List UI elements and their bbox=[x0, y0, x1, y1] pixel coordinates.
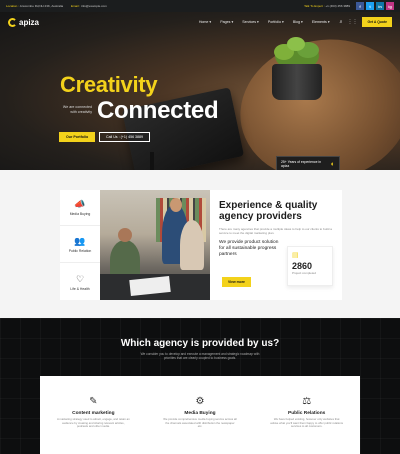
call-button[interactable]: Call Us : (+1) 456 3889 bbox=[99, 132, 151, 142]
linkedin-icon[interactable]: in bbox=[376, 2, 384, 10]
experience-badge: 25+ Years of experience in apiza ◐ bbox=[276, 156, 340, 170]
person-seated-head bbox=[118, 228, 132, 242]
twitter-icon[interactable]: t bbox=[366, 2, 374, 10]
plant-pot bbox=[272, 64, 322, 100]
chevron-down-icon: ▾ bbox=[231, 20, 234, 24]
grid-icon[interactable]: ⋮⋮ bbox=[347, 19, 357, 25]
media-icon: ⚙ bbox=[195, 396, 205, 407]
brand-logo[interactable]: apiza bbox=[8, 17, 40, 27]
person-head bbox=[170, 198, 182, 212]
view-more-button[interactable]: View more bbox=[222, 277, 251, 287]
experience-badge-text: 25+ Years of experience in apiza bbox=[281, 160, 322, 168]
hero-title-top: Creativity bbox=[60, 72, 158, 97]
search-icon[interactable]: ⌕ bbox=[340, 19, 343, 25]
chevron-down-icon: ▾ bbox=[282, 20, 284, 24]
chevron-down-icon: ▾ bbox=[327, 20, 330, 24]
bookmark-ribbon bbox=[150, 152, 154, 170]
chevron-down-icon: ▾ bbox=[257, 20, 259, 24]
main-navigation: apiza Home ▾ Pages ▾ Services ▾ Portfolio ▾ … bbox=[0, 12, 400, 32]
social-links: f t in ig bbox=[356, 2, 394, 10]
service-life-health[interactable]: ♡ Life & Health bbox=[60, 264, 100, 300]
agency-card-media-buying[interactable]: ⚙ Media Buying We provide comprehensive … bbox=[147, 376, 254, 454]
experience-title: Experience & quality agency providers bbox=[219, 200, 318, 222]
service-public-relation[interactable]: 👥 Public Relation bbox=[60, 227, 100, 263]
nav-item-home[interactable]: Home ▾ bbox=[199, 20, 211, 24]
get-quote-button[interactable]: Get A Quote bbox=[362, 17, 392, 27]
agency-cards: ✎ Content marketing A marketing strategy… bbox=[40, 376, 360, 454]
agency-title: Which agency is provided by us? bbox=[120, 338, 280, 349]
chevron-down-icon: ▾ bbox=[209, 20, 212, 24]
agency-subtitle: We consider you to develop and execute a… bbox=[140, 352, 260, 360]
nav-item-pages[interactable]: Pages ▾ bbox=[220, 20, 233, 24]
megaphone-icon: 📣 bbox=[74, 199, 86, 209]
facebook-icon[interactable]: f bbox=[356, 2, 364, 10]
logo-icon bbox=[8, 17, 17, 27]
nav-item-elements[interactable]: Elements ▾ bbox=[312, 20, 330, 24]
projects-icon: ▤ bbox=[292, 252, 299, 259]
nav-item-services[interactable]: Services ▾ bbox=[242, 20, 259, 24]
projects-label: Project completed bbox=[292, 271, 317, 275]
hero-section: Creativity We are connected with creativ… bbox=[0, 12, 400, 170]
relations-icon: ⚖ bbox=[302, 396, 312, 407]
call-info[interactable]: Talk To Expert : +1 (463) 456 3889 bbox=[304, 4, 350, 8]
nav-item-portfolio[interactable]: Portfolio ▾ bbox=[268, 20, 284, 24]
agency-card-public-relations[interactable]: ⚖ Public Relations We have helped existi… bbox=[253, 376, 360, 454]
projects-stat-card: ▤ 2860 Project completed bbox=[287, 246, 333, 286]
top-bar: Location : Anscombe Rd,NH 23K, Australia… bbox=[0, 0, 400, 12]
team-photo bbox=[100, 190, 210, 300]
portfolio-button[interactable]: Our Portfolio bbox=[59, 132, 96, 142]
hero-title-bottom: Connected bbox=[97, 97, 219, 124]
location-info: Location : Anscombe Rd,NH 23K, Australia bbox=[6, 4, 64, 8]
hero-subtitle: We are connected with creativity bbox=[62, 105, 92, 114]
service-media-buying[interactable]: 📣 Media Buying bbox=[60, 190, 100, 226]
experience-highlight: We provide product solution for all sust… bbox=[219, 240, 279, 257]
content-icon: ✎ bbox=[89, 396, 98, 407]
email-info[interactable]: Email : info@example.com bbox=[71, 4, 107, 8]
experience-text: There are many agencies that provide a m… bbox=[219, 227, 332, 235]
chevron-down-icon: ▾ bbox=[301, 20, 303, 24]
instagram-icon[interactable]: ig bbox=[386, 2, 394, 10]
projects-number: 2860 bbox=[292, 261, 313, 271]
badge-logo-icon: ◐ bbox=[330, 160, 335, 168]
team-icon: 👥 bbox=[74, 236, 86, 246]
agency-card-content-marketing[interactable]: ✎ Content marketing A marketing strategy… bbox=[40, 376, 147, 454]
health-icon: ♡ bbox=[75, 273, 85, 284]
brand-name: apiza bbox=[19, 17, 40, 27]
person-woman bbox=[180, 220, 204, 270]
nav-item-blog[interactable]: Blog ▾ bbox=[293, 20, 303, 24]
